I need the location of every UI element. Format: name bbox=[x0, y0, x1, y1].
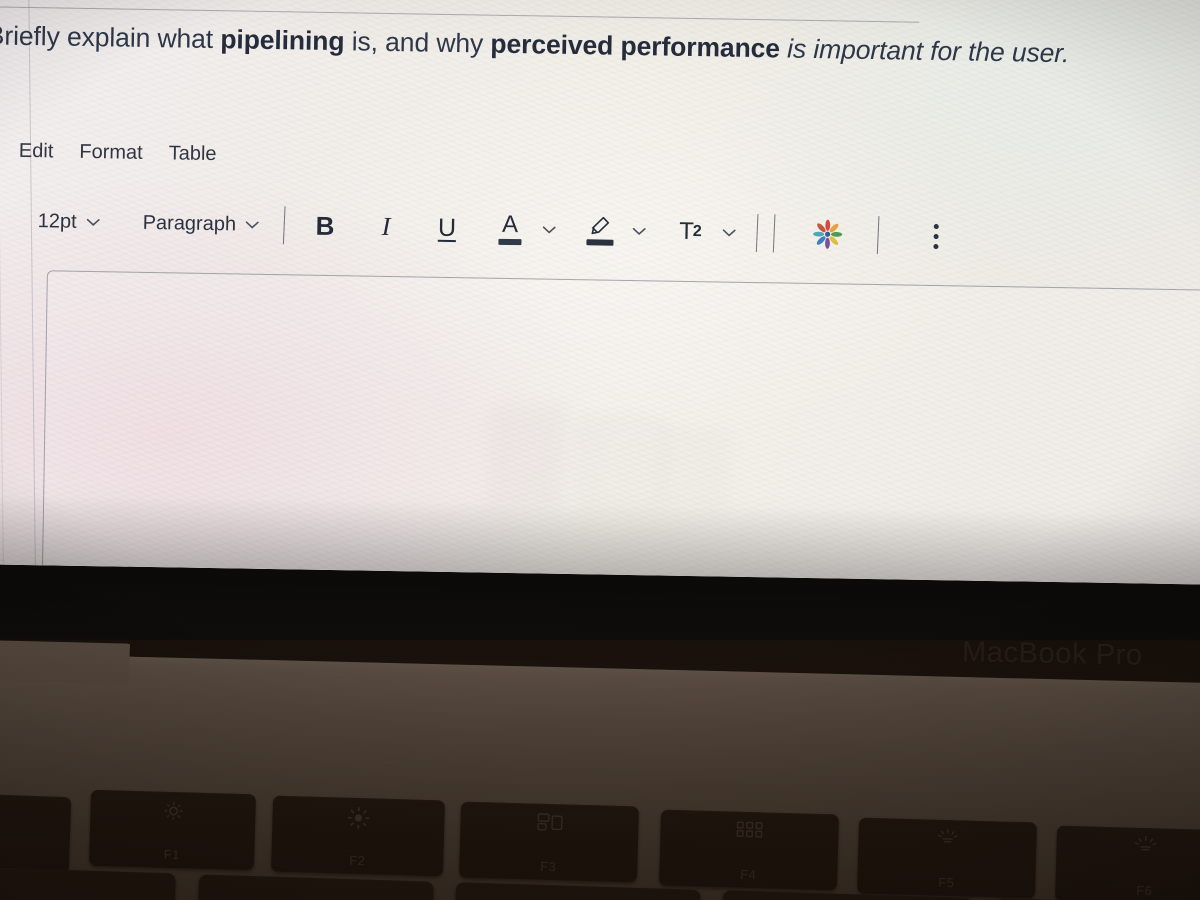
font-size-dropdown[interactable]: 12pt bbox=[28, 207, 111, 235]
toolbar-divider-4 bbox=[877, 216, 880, 255]
laptop-screen: Briefly explain what pipelining is, and … bbox=[0, 0, 1200, 585]
number-key-4[interactable] bbox=[721, 890, 973, 900]
text-color-chevron-down-icon[interactable] bbox=[542, 225, 557, 235]
block-format-dropdown[interactable]: Paragraph bbox=[132, 209, 270, 238]
toolbar-divider bbox=[283, 206, 286, 245]
launchpad-icon bbox=[660, 818, 838, 843]
number-key-2[interactable]: @ bbox=[197, 874, 434, 900]
text-color-icon: A bbox=[498, 210, 522, 246]
superscript-chevron-down-icon[interactable] bbox=[722, 228, 737, 238]
highlight-color-swatch bbox=[586, 239, 614, 246]
palm-rest-edge bbox=[0, 640, 130, 684]
block-format-value: Paragraph bbox=[142, 211, 237, 235]
kebab-menu-icon bbox=[933, 223, 939, 249]
keyboard-backlight-up-icon bbox=[1056, 834, 1200, 859]
prompt-text-part3: is important for the user. bbox=[779, 33, 1070, 69]
macbook-pro-etching: MacBook Pro bbox=[961, 636, 1143, 672]
menu-item-edit[interactable]: Edit bbox=[19, 140, 54, 164]
menu-item-table[interactable]: Table bbox=[169, 142, 217, 166]
function-key-f1[interactable]: F1 bbox=[88, 789, 257, 871]
number-key-3[interactable] bbox=[454, 882, 701, 900]
editor-text-area[interactable] bbox=[41, 270, 1200, 585]
photo-of-laptop: MacBook Pro F1 F2 F3 F4 F5 F6 Briefly ex… bbox=[0, 0, 1200, 900]
prompt-text-part1: Briefly explain what bbox=[0, 20, 221, 55]
text-color-button[interactable]: A bbox=[493, 209, 528, 250]
ai-assist-button[interactable] bbox=[811, 214, 846, 255]
key-label-at: @ bbox=[198, 896, 434, 900]
ai-sparkle-icon bbox=[811, 217, 846, 252]
chevron-down-icon bbox=[245, 220, 260, 230]
number-key-1[interactable] bbox=[0, 866, 176, 900]
highlight-chevron-down-icon[interactable] bbox=[632, 226, 647, 236]
kebab-dot-1 bbox=[933, 223, 939, 229]
superscript-base: T bbox=[678, 217, 694, 246]
mission-control-icon bbox=[460, 810, 639, 837]
superscript-button[interactable]: T2 bbox=[673, 212, 708, 253]
prompt-keyword-perceived-performance: perceived performance bbox=[490, 28, 781, 64]
kebab-dot-3 bbox=[933, 243, 939, 249]
toolbar-divider-2 bbox=[756, 214, 759, 253]
bold-button[interactable]: B bbox=[308, 206, 343, 247]
highlighter-pen-icon bbox=[586, 215, 614, 246]
brightness-down-icon bbox=[90, 798, 256, 825]
underline-button[interactable]: U bbox=[430, 208, 465, 249]
more-options-button[interactable] bbox=[919, 216, 954, 257]
kebab-dot-2 bbox=[933, 233, 939, 239]
superscript-exponent: 2 bbox=[692, 223, 701, 241]
prompt-text-part2: is, and why bbox=[344, 26, 491, 59]
brightness-up-icon bbox=[272, 804, 445, 833]
text-color-swatch bbox=[498, 238, 522, 246]
number-key-row: @ bbox=[0, 862, 1200, 900]
highlight-color-button[interactable] bbox=[583, 210, 618, 251]
keyboard-backlight-down-icon bbox=[858, 826, 1036, 851]
editor-menubar: Edit Format Table bbox=[19, 140, 217, 166]
text-color-letter: A bbox=[501, 210, 519, 239]
toolbar-divider-3 bbox=[773, 214, 776, 253]
italic-button[interactable]: I bbox=[369, 207, 404, 248]
chevron-down-icon bbox=[86, 217, 101, 227]
prompt-keyword-pipelining: pipelining bbox=[220, 24, 345, 57]
menu-item-format[interactable]: Format bbox=[79, 141, 143, 165]
font-size-value: 12pt bbox=[37, 209, 77, 233]
